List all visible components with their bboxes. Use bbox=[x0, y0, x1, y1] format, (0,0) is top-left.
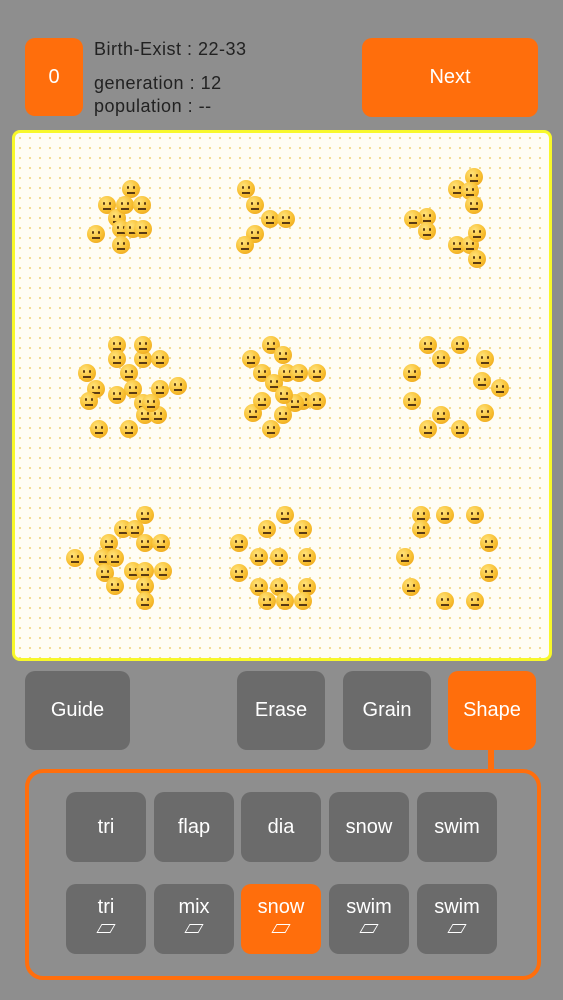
live-cell-icon bbox=[230, 564, 248, 582]
live-cell-icon bbox=[142, 394, 160, 412]
shape-swim-variant-button[interactable]: swim bbox=[329, 884, 409, 954]
grain-button[interactable]: Grain bbox=[343, 671, 431, 750]
shape-tri-variant-button[interactable]: tri bbox=[66, 884, 146, 954]
live-cell-icon bbox=[473, 372, 491, 390]
shape-flap-button[interactable]: flap bbox=[154, 792, 234, 862]
live-cell-icon bbox=[451, 336, 469, 354]
live-cell-icon bbox=[116, 196, 134, 214]
live-cell-icon bbox=[258, 520, 276, 538]
live-cell-icon bbox=[276, 506, 294, 524]
shape-dia-button[interactable]: dia bbox=[241, 792, 321, 862]
live-cell-icon bbox=[152, 534, 170, 552]
live-cell-icon bbox=[154, 562, 172, 580]
shape-label: snow bbox=[257, 896, 305, 918]
live-cell-icon bbox=[236, 236, 254, 254]
live-cell-icon bbox=[230, 534, 248, 552]
live-cell-icon bbox=[106, 577, 124, 595]
live-cell-icon bbox=[253, 392, 271, 410]
life-board[interactable] bbox=[12, 130, 552, 661]
live-cell-icon bbox=[419, 420, 437, 438]
live-cell-icon bbox=[274, 346, 292, 364]
live-cell-icon bbox=[87, 225, 105, 243]
live-cell-icon bbox=[466, 592, 484, 610]
live-cell-icon bbox=[468, 250, 486, 268]
shape-snow-button[interactable]: snow bbox=[329, 792, 409, 862]
shape-button[interactable]: Shape bbox=[448, 671, 536, 750]
live-cell-icon bbox=[480, 564, 498, 582]
live-cell-icon bbox=[466, 506, 484, 524]
live-cell-icon bbox=[133, 196, 151, 214]
live-cell-icon bbox=[294, 592, 312, 610]
live-cell-icon bbox=[90, 420, 108, 438]
shape-tri-button[interactable]: tri bbox=[66, 792, 146, 862]
live-cell-icon bbox=[258, 592, 276, 610]
live-cell-icon bbox=[480, 534, 498, 552]
birth-exist-rule: Birth-Exist : 22-33 bbox=[94, 39, 247, 59]
live-cell-icon bbox=[108, 386, 126, 404]
live-cell-icon bbox=[80, 392, 98, 410]
parallelogram-icon bbox=[271, 924, 291, 933]
live-cell-icon bbox=[169, 377, 187, 395]
shape-swim-button[interactable]: swim bbox=[417, 792, 497, 862]
generation-counter-button[interactable]: 0 bbox=[25, 38, 83, 116]
parallelogram-icon bbox=[184, 924, 204, 933]
live-cell-icon bbox=[468, 224, 486, 242]
parallelogram-icon bbox=[96, 924, 116, 933]
live-cell-icon bbox=[246, 196, 264, 214]
live-cell-icon bbox=[134, 220, 152, 238]
live-cell-icon bbox=[298, 548, 316, 566]
next-button[interactable]: Next bbox=[362, 38, 538, 117]
live-cell-icon bbox=[396, 548, 414, 566]
erase-button[interactable]: Erase bbox=[237, 671, 325, 750]
live-cell-icon bbox=[436, 592, 454, 610]
live-cell-icon bbox=[308, 364, 326, 382]
shape-swim-variant-2-button[interactable]: swim bbox=[417, 884, 497, 954]
shape-label: mix bbox=[178, 896, 210, 918]
live-cell-icon bbox=[402, 578, 420, 596]
live-cell-icon bbox=[290, 364, 308, 382]
live-cell-icon bbox=[136, 592, 154, 610]
live-cell-icon bbox=[112, 236, 130, 254]
shape-label: swim bbox=[434, 896, 480, 918]
live-cell-icon bbox=[465, 196, 483, 214]
generation-label: generation : 12 bbox=[94, 73, 222, 93]
live-cell-icon bbox=[451, 420, 469, 438]
live-cell-icon bbox=[403, 364, 421, 382]
shape-label: tri bbox=[97, 896, 115, 918]
shape-label: swim bbox=[346, 896, 392, 918]
live-cell-icon bbox=[476, 404, 494, 422]
live-cell-icon bbox=[250, 548, 268, 566]
parallelogram-icon bbox=[447, 924, 467, 933]
population-label: population : -- bbox=[94, 96, 212, 116]
shape-snow-variant-button[interactable]: snow bbox=[241, 884, 321, 954]
live-cell-icon bbox=[277, 210, 295, 228]
live-cell-icon bbox=[403, 392, 421, 410]
live-cell-icon bbox=[436, 506, 454, 524]
shape-mix-variant-button[interactable]: mix bbox=[154, 884, 234, 954]
live-cell-icon bbox=[120, 364, 138, 382]
live-cell-icon bbox=[134, 336, 152, 354]
parallelogram-icon bbox=[359, 924, 379, 933]
live-cell-icon bbox=[432, 350, 450, 368]
live-cell-icon bbox=[308, 392, 326, 410]
live-cell-icon bbox=[432, 406, 450, 424]
live-cell-icon bbox=[270, 548, 288, 566]
live-cell-icon bbox=[276, 592, 294, 610]
live-cell-icon bbox=[476, 350, 494, 368]
live-cell-icon bbox=[418, 222, 436, 240]
live-cell-icon bbox=[412, 520, 430, 538]
live-cell-icon bbox=[66, 549, 84, 567]
guide-button[interactable]: Guide bbox=[25, 671, 130, 750]
live-cell-icon bbox=[294, 520, 312, 538]
live-cell-icon bbox=[120, 420, 138, 438]
live-cell-icon bbox=[262, 420, 280, 438]
live-cell-icon bbox=[491, 379, 509, 397]
live-cell-icon bbox=[151, 350, 169, 368]
live-cell-icon bbox=[275, 386, 293, 404]
